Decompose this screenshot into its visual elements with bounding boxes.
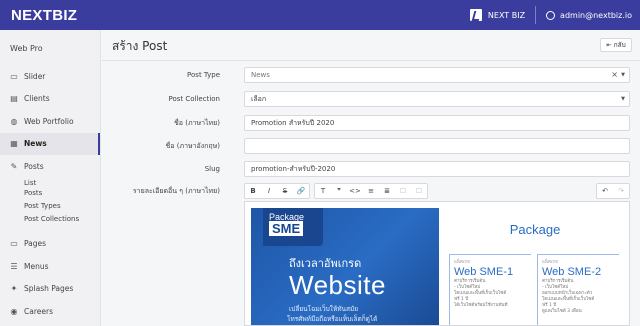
- post-collection-select[interactable]: เลือก ▼: [244, 91, 630, 107]
- name-en-input[interactable]: [244, 138, 630, 154]
- italic-button[interactable]: I: [261, 184, 277, 198]
- sidebar-sub-post-collections[interactable]: Post Collections: [0, 214, 100, 224]
- sidebar-item-clients[interactable]: ▤ Clients: [0, 88, 100, 111]
- clear-icon[interactable]: ×: [611, 70, 618, 79]
- sidebar-item-label: News: [24, 139, 47, 149]
- plan-card: แพ็คเกจ Web SME-1 ค่าบริการเริ่มต้น - เว…: [449, 254, 531, 325]
- chevron-down-icon: ▼: [621, 72, 625, 78]
- sidebar-item-pages[interactable]: ▭ Pages: [0, 233, 100, 256]
- menu-icon: ☰: [10, 261, 18, 271]
- sidebar-item-news[interactable]: ▦ News: [0, 132, 100, 155]
- page-title: สร้าง Post: [112, 39, 168, 53]
- nextbiz-icon: [469, 9, 482, 21]
- badge-main-text: SME: [269, 221, 304, 236]
- sidebar-item-slider[interactable]: ▭ Slider: [0, 65, 100, 88]
- user-email[interactable]: admin@nextbiz.io: [560, 11, 632, 20]
- quote-button[interactable]: ❞: [331, 184, 347, 198]
- undo-button[interactable]: ↶: [597, 184, 613, 198]
- sidebar-item-label: Slider: [24, 71, 46, 81]
- clients-icon: ▤: [10, 94, 18, 104]
- slug-label: Slug: [204, 165, 220, 173]
- heading-button[interactable]: T: [315, 184, 331, 198]
- back-button[interactable]: ⇤ กลับ: [600, 38, 632, 52]
- plan-note: ได้เว็บไซต์พร้อมใช้งานทันที: [454, 303, 508, 308]
- code-button[interactable]: <>: [347, 184, 363, 198]
- logo[interactable]: NEXTBIZ: [11, 7, 77, 24]
- slug-value: promotion-สำหรับปี-2020: [251, 164, 336, 173]
- sidebar-item-label: Web Portfolio: [24, 116, 74, 126]
- plan-tag: แพ็คเกจ: [454, 260, 470, 265]
- package-title: Package: [509, 222, 561, 237]
- plan-card: แพ็คเกจ Web SME-2 ค่าบริการเริ่มต้น - เว…: [537, 254, 619, 325]
- package-card-image: Package แพ็คเกจ Web SME-1 ค่าบริการเริ่ม…: [443, 208, 627, 325]
- bold-button[interactable]: B: [245, 184, 261, 198]
- sidebar-item-careers[interactable]: ◉ Careers: [0, 300, 100, 323]
- editor-toolbar: B I S 🔗 T ❞ <> ≡ ≣ ☐ ☐ ↶ ↷: [244, 183, 630, 199]
- plan-name: Web SME-1: [454, 266, 514, 278]
- toolbar-group-history: ↶ ↷: [596, 183, 630, 199]
- sidebar-item-label: Careers: [24, 306, 53, 316]
- bullet-list-button[interactable]: ≡: [363, 184, 379, 198]
- top-bar: NEXTBIZ NEXT BIZ admin@nextbiz.io: [0, 0, 640, 30]
- post-type-label: Post Type: [187, 71, 220, 79]
- sidebar-item-menus[interactable]: ☰ Menus: [0, 255, 100, 278]
- top-right: NEXT BIZ admin@nextbiz.io: [469, 6, 632, 24]
- back-arrow-icon: ⇤: [606, 41, 612, 49]
- pencil-icon: ✎: [10, 161, 18, 171]
- name-th-input[interactable]: Promotion สำหรับปี 2020: [244, 115, 630, 131]
- name-th-label: ชื่อ (ภาษาไทย): [174, 118, 220, 127]
- detail-label: รายละเอียดอื่น ๆ (ภาษาไทย): [132, 186, 220, 195]
- slider-icon: ▭: [10, 71, 18, 81]
- main-content: สร้าง Post ⇤ กลับ Post Type News × ▼ Post…: [102, 30, 640, 326]
- chevron-down-icon: ▼: [621, 96, 625, 102]
- toolbar-group-block: T ❞ <> ≡ ≣ ☐ ☐: [314, 183, 428, 199]
- news-icon: ▦: [10, 139, 18, 149]
- package-badge: Package SME: [263, 208, 323, 246]
- sidebar-item-label: Splash Pages: [24, 284, 74, 294]
- sidebar-item-splash-pages[interactable]: ✦ Splash Pages: [0, 278, 100, 301]
- splash-icon: ✦: [10, 284, 18, 294]
- workspace-label[interactable]: NEXT BIZ: [488, 11, 525, 20]
- sidebar-item-label: Menus: [24, 261, 49, 271]
- slug-input[interactable]: promotion-สำหรับปี-2020: [244, 161, 630, 177]
- indent-button[interactable]: ☐: [411, 184, 427, 198]
- sidebar-title: Web Pro: [10, 44, 43, 53]
- post-collection-value: เลือก: [251, 94, 267, 103]
- strike-button[interactable]: S: [277, 184, 293, 198]
- user-icon: [546, 10, 556, 20]
- plan-tag: แพ็คเกจ: [542, 260, 558, 265]
- outdent-button[interactable]: ☐: [395, 184, 411, 198]
- package-banner-image: Package SME ถึงเวลาอัพเกรด Website เปลี่…: [251, 208, 439, 325]
- sidebar-item-label: Clients: [24, 94, 50, 104]
- sidebar-item-label: Posts: [24, 161, 44, 171]
- toolbar-group-format: B I S 🔗: [244, 183, 310, 199]
- post-collection-label: Post Collection: [168, 95, 221, 103]
- banner-line-4: โทรศัพท์มือถือหรือแท็บเล็ตก็ดูได้: [287, 315, 378, 323]
- link-button[interactable]: 🔗: [293, 184, 309, 198]
- numbered-list-button[interactable]: ≣: [379, 184, 395, 198]
- back-label: กลับ: [613, 41, 626, 49]
- pages-icon: ▭: [10, 239, 18, 249]
- divider: [102, 60, 640, 61]
- plan-note: ดูแลเว็บไซต์ 3 เดือน: [542, 309, 582, 314]
- name-th-value: Promotion สำหรับปี 2020: [251, 118, 335, 127]
- sidebar-item-label: Pages: [24, 239, 47, 249]
- redo-button[interactable]: ↷: [613, 184, 629, 198]
- plan-name: Web SME-2: [542, 266, 602, 278]
- rich-text-editor[interactable]: Package SME ถึงเวลาอัพเกรด Website เปลี่…: [244, 201, 630, 326]
- careers-icon: ◉: [10, 306, 18, 316]
- globe-icon: ◍: [10, 116, 18, 126]
- divider: [535, 6, 537, 24]
- banner-line-3: เปลี่ยนโฉมเว็บให้ทันสมัย: [289, 305, 359, 313]
- banner-line-2: Website: [289, 270, 386, 300]
- name-en-label: ชื่อ (ภาษาอังกฤษ): [165, 141, 220, 150]
- post-type-select[interactable]: News × ▼: [244, 67, 630, 83]
- post-type-value: News: [251, 71, 270, 79]
- sidebar: Web Pro ▭ Slider ▤ Clients ◍ Web Portfolio …: [0, 30, 101, 326]
- sidebar-sub-list-posts[interactable]: List Posts: [0, 178, 42, 198]
- sidebar-item-web-portfolio[interactable]: ◍ Web Portfolio: [0, 110, 100, 133]
- sidebar-item-posts[interactable]: ✎ Posts: [0, 155, 100, 178]
- sidebar-sub-post-types[interactable]: Post Types: [0, 201, 100, 211]
